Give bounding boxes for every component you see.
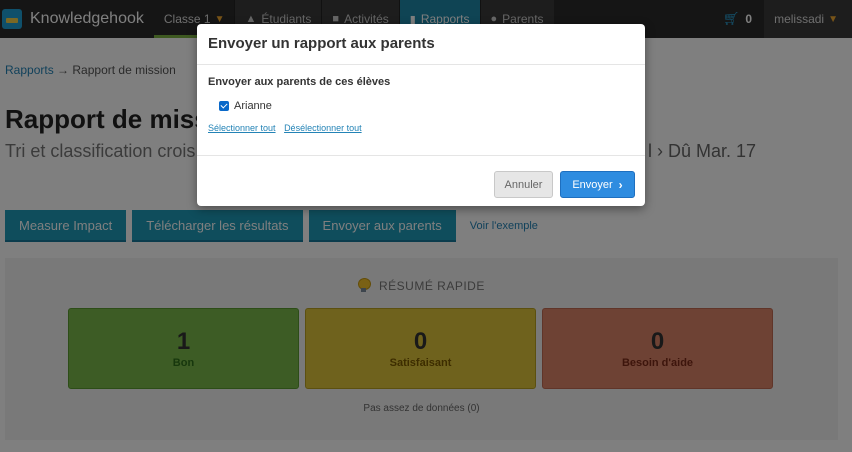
student-row[interactable]: Arianne [208,100,634,112]
send-report-modal: Envoyer un rapport aux parents Envoyer a… [197,24,645,206]
modal-header: Envoyer un rapport aux parents [197,24,645,65]
send-button[interactable]: Envoyer › [560,171,635,198]
students-section-label: Envoyer aux parents de ces élèves [208,76,391,88]
chevron-right-icon: › [618,177,623,192]
student-name: Arianne [234,100,272,112]
modal-title: Envoyer un rapport aux parents [208,35,435,52]
cancel-button[interactable]: Annuler [494,171,553,198]
student-checkbox[interactable] [219,101,229,111]
selection-links: Sélectionner tout Désélectionner tout [208,123,634,133]
modal-footer: Annuler Envoyer › [494,171,635,198]
deselect-all-link[interactable]: Désélectionner tout [284,123,362,133]
modal-body: Envoyer aux parents de ces élèves Ariann… [197,65,645,156]
select-all-link[interactable]: Sélectionner tout [208,123,276,133]
send-button-label: Envoyer [572,178,613,191]
